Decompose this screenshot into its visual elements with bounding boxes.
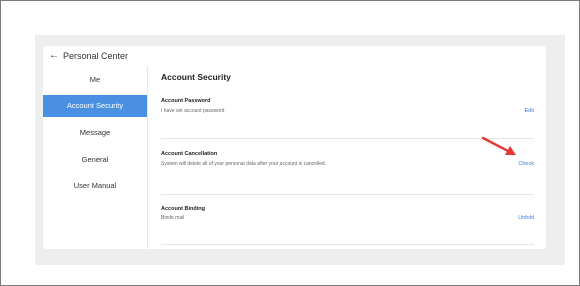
row-title: Account Binding (161, 206, 205, 212)
personal-center-card: ← Personal Center Me Account Security Me… (43, 46, 546, 249)
sidebar: Me Account Security Message General User… (43, 66, 148, 249)
sidebar-item-account-security[interactable]: Account Security (43, 95, 147, 117)
sidebar-item-user-manual[interactable]: User Manual (43, 175, 147, 197)
row-title: Account Password (161, 98, 211, 104)
header: ← Personal Center (49, 51, 129, 62)
sidebar-item-me[interactable]: Me (43, 69, 147, 91)
edit-link[interactable]: Edit (525, 108, 534, 114)
sidebar-item-general[interactable]: General (43, 149, 147, 171)
sidebar-item-message[interactable]: Message (43, 122, 147, 144)
row-title: Account Cancellation (161, 151, 218, 157)
main-content: Account Security Account Password I have… (161, 72, 534, 245)
account-binding-row: Account Binding Binde mail Unfold (161, 206, 534, 245)
row-description: Binde mail (161, 215, 185, 221)
section-title: Account Security (161, 72, 231, 82)
check-link[interactable]: Check (518, 161, 534, 167)
unfold-link[interactable]: Unfold (518, 215, 534, 221)
row-description: System will delete all of your personal … (161, 161, 327, 167)
page-title: Personal Center (63, 51, 129, 61)
annotation-arrow-icon (481, 136, 516, 155)
arrow-left-icon[interactable]: ← (49, 51, 59, 61)
row-description: I have set account password (161, 108, 225, 114)
